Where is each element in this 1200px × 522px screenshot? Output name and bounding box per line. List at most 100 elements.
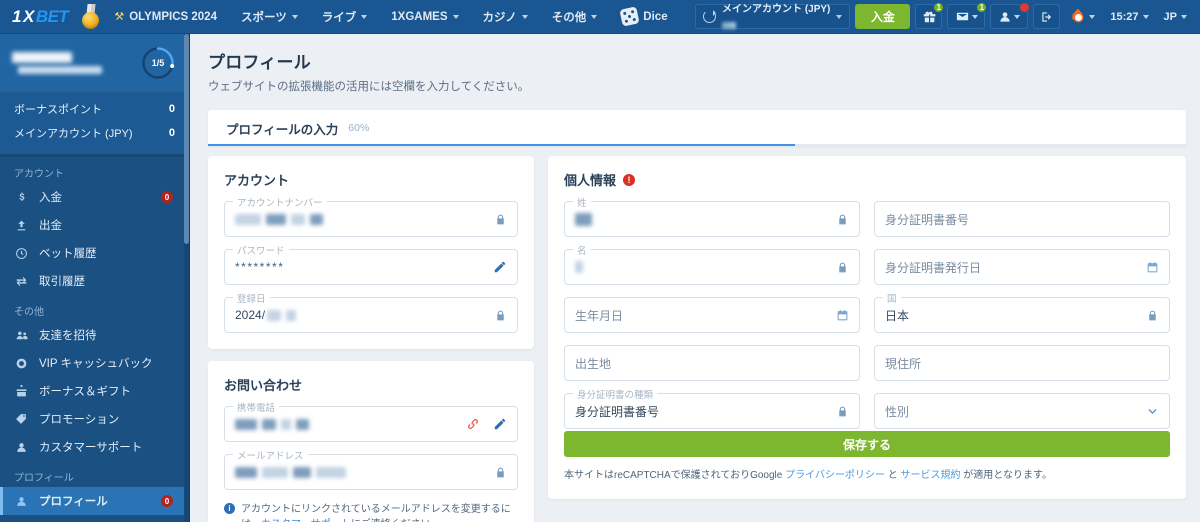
field-box[interactable] [564, 201, 860, 237]
terms-of-service-link[interactable]: サービス規約 [900, 470, 960, 481]
logout-button[interactable] [1033, 4, 1061, 29]
info-icon: i [224, 503, 235, 514]
messages-button[interactable]: 1 [947, 2, 988, 29]
language-button[interactable]: JP [1159, 4, 1192, 29]
nav-item-dice[interactable]: Dice [609, 0, 679, 33]
content-columns: アカウント アカウントナンバー パスワード ******** 登録日 2024/… [190, 146, 1200, 522]
left-column: アカウント アカウントナンバー パスワード ******** 登録日 2024/… [208, 156, 534, 522]
sidebar-item-invite-friends[interactable]: 友達を招待 [0, 321, 189, 349]
field-box[interactable]: 身分証明書番号 [874, 201, 1170, 237]
field-birth-place: 出生地 [564, 345, 860, 381]
sidebar-item-label: 友達を招待 [39, 330, 97, 342]
edit-pencil-icon[interactable] [493, 260, 507, 274]
recaptcha-prefix: 本サイトはreCAPTCHAで保護されておりGoogle [564, 470, 786, 481]
balance-label: メインアカウント (JPY) [14, 128, 133, 140]
privacy-policy-link[interactable]: プライバシーポリシー [785, 470, 885, 481]
recaptcha-mid: と [884, 470, 901, 481]
field-label: 携帯電話 [233, 400, 280, 414]
gift-icon [923, 11, 936, 22]
field-box[interactable] [564, 249, 860, 285]
nav-item-others[interactable]: その他 [540, 0, 610, 33]
refresh-icon[interactable] [703, 10, 717, 23]
field-box[interactable]: 性別 [874, 393, 1170, 429]
nav-item-olympics[interactable]: ⚒ OLYMPICS 2024 [102, 0, 229, 33]
sidebar-item-withdraw[interactable]: 出金 [0, 211, 189, 239]
gifts-button[interactable]: 1 [915, 2, 945, 29]
envelope-icon [956, 12, 969, 21]
nav-label: カジノ [482, 11, 517, 24]
balance-row-bonus[interactable]: ボーナスポイント 0 [14, 97, 175, 121]
balance-value: 0 [168, 103, 175, 115]
chevron-down-icon [836, 14, 843, 19]
sidebar-item-label: 出金 [39, 220, 62, 232]
field-box[interactable]: 出生地 [564, 345, 860, 381]
user-menu-button[interactable] [990, 2, 1031, 29]
surname-hidden [575, 212, 592, 226]
progress-ring-label: 1/5 [151, 58, 165, 68]
chevron-down-icon [291, 14, 298, 19]
document-type-value: 身分証明書番号 [575, 404, 660, 419]
sidebar-item-bonus-gifts[interactable]: ボーナス＆ギフト [0, 377, 189, 405]
field-box[interactable]: 生年月日 [564, 297, 860, 333]
sidebar-scrollbar-track[interactable] [184, 34, 189, 522]
field-placeholder: 性別 [885, 404, 910, 419]
field-document-number: 身分証明書番号 [874, 201, 1170, 237]
sidebar-item-vip-cashback[interactable]: VIP キャッシュバック [0, 349, 189, 377]
gift-badge: 1 [933, 2, 945, 13]
lock-icon [836, 405, 849, 418]
lock-icon [494, 309, 507, 322]
nav-item-live[interactable]: ライブ [310, 0, 380, 33]
field-label: 姓 [573, 195, 591, 209]
account-selector[interactable]: メインアカウント (JPY) [695, 4, 851, 29]
email-hidden [235, 466, 346, 478]
sidebar-scrollbar-thumb[interactable] [184, 34, 189, 244]
sidebar-item-transaction-history[interactable]: 取引履歴 [0, 267, 189, 295]
page-title: プロフィール [208, 53, 311, 72]
sidebar-item-bet-history[interactable]: ベット履歴 [0, 239, 189, 267]
field-placeholder: 身分証明書発行日 [885, 260, 982, 275]
edit-pencil-icon[interactable] [493, 417, 507, 431]
registration-date-hidden [267, 309, 297, 321]
field-document-issue-date: 身分証明書発行日 [874, 249, 1170, 285]
tab-profile-entry[interactable]: プロフィールの入力 60% [208, 110, 387, 146]
support-icon [14, 441, 29, 454]
nav-item-casino[interactable]: カジノ [471, 0, 540, 33]
clock-button[interactable]: 15:27 [1105, 4, 1153, 29]
field-box[interactable]: 日本 [874, 297, 1170, 333]
chevron-down-icon [521, 14, 528, 19]
nav-item-1xgames[interactable]: 1XGAMES [379, 0, 470, 33]
sidebar-item-label: ボーナス＆ギフト [39, 386, 131, 398]
field-country: 国 日本 [874, 291, 1170, 333]
logo-part-1: 1 [12, 6, 21, 26]
app-root: 1 X BET ⚒ OLYMPICS 2024 スポーツ ライブ 1XGAMES カ… [0, 0, 1200, 522]
chevron-down-icon[interactable] [1146, 405, 1159, 418]
calendar-icon[interactable] [1146, 261, 1159, 274]
sidebar-item-label: 取引履歴 [39, 276, 85, 288]
sidebar-user-header[interactable]: 1/5 [0, 34, 189, 92]
field-box[interactable]: 身分証明書発行日 [874, 249, 1170, 285]
registration-date-value: 2024/ [235, 308, 266, 322]
coin-icon [14, 357, 29, 370]
nav-item-sports[interactable]: スポーツ [229, 0, 310, 33]
sidebar-item-deposit[interactable]: 入金 0 [0, 183, 189, 211]
field-document-type: 身分証明書の種類 身分証明書番号 [564, 387, 860, 429]
chevron-down-icon [1089, 14, 1096, 19]
main-content: プロフィール ウェブサイトの拡張機能の活用には空欄を入力してください。 プロフィ… [190, 34, 1200, 522]
sidebar-item-label: 入金 [39, 192, 62, 204]
sidebar-item-profile[interactable]: プロフィール 0 [0, 487, 189, 515]
sidebar-badge: 0 [161, 495, 173, 507]
deposit-button[interactable]: 入金 [855, 4, 911, 29]
sidebar-item-security[interactable]: セキュリティ 0 [0, 515, 189, 522]
balance-row-main[interactable]: メインアカウント (JPY) 0 [14, 121, 175, 145]
sidebar-item-promotions[interactable]: プロモーション [0, 405, 189, 433]
promo-flame-button[interactable] [1065, 4, 1100, 29]
calendar-icon[interactable] [836, 309, 849, 322]
country-value: 日本 [885, 308, 910, 323]
field-box[interactable]: 現住所 [874, 345, 1170, 381]
torch-icon: ⚒ [114, 11, 125, 23]
field-given-name: 名 [564, 243, 860, 285]
save-button[interactable]: 保存する [564, 431, 1170, 457]
link-icon[interactable] [466, 417, 480, 431]
logo-1xbet[interactable]: 1 X BET [0, 7, 74, 27]
sidebar-item-customer-support[interactable]: カスタマーサポート [0, 433, 189, 461]
